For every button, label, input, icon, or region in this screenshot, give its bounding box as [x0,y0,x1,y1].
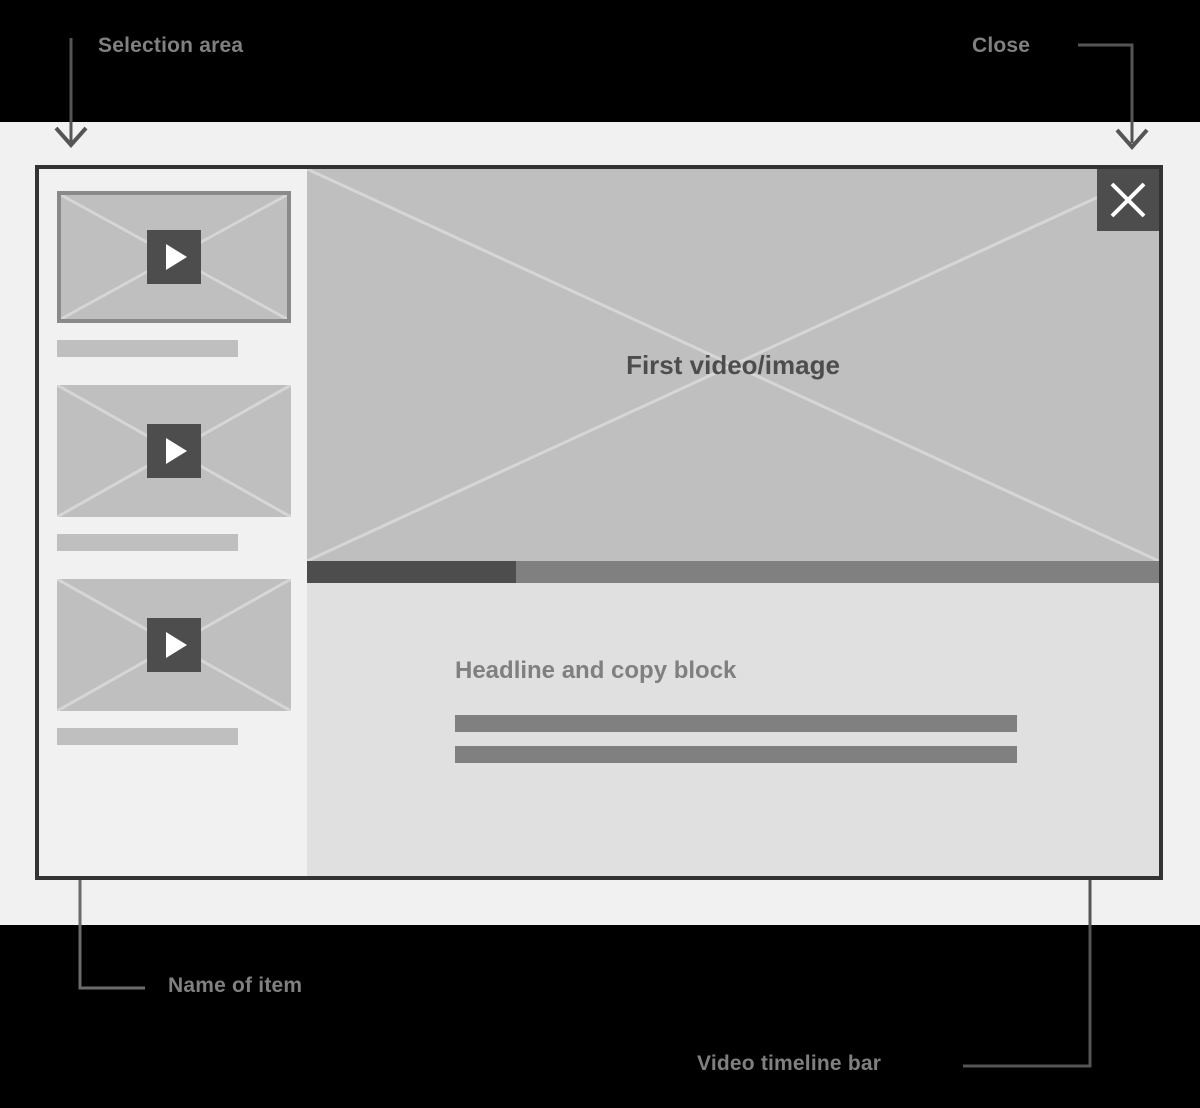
annotation-label-close: Close [972,34,1031,57]
play-triangle [166,244,187,270]
list-item[interactable] [39,191,307,357]
item-name-placeholder-1 [57,340,238,357]
thumbnail-3[interactable] [57,579,291,711]
annotation-label-name-of-item: Name of item [168,974,303,997]
play-triangle [166,438,187,464]
play-triangle [166,632,187,658]
copy-headline: Headline and copy block [455,657,737,684]
copy-block: Headline and copy block [307,583,1159,876]
copy-line-placeholder-2 [455,746,1017,763]
list-item[interactable] [39,579,307,745]
thumbnail-1[interactable] [57,191,291,323]
video-timeline-bar[interactable] [307,561,1159,583]
close-button[interactable] [1097,169,1159,231]
item-name-placeholder-3 [57,728,238,745]
copy-line-placeholder-1 [455,715,1017,732]
hero-media-viewer[interactable]: First video/image [307,169,1159,561]
close-x-icon [1110,182,1146,218]
hero-media-label: First video/image [626,349,840,380]
wireframe-annotation-canvas: Selection area Close Name of item Video … [0,0,1200,1108]
thumbnail-2[interactable] [57,385,291,517]
item-name-placeholder-2 [57,534,238,551]
play-icon[interactable] [147,424,201,478]
media-gallery-modal: First video/image Headline and copy bloc… [35,165,1163,880]
video-timeline-track[interactable] [515,561,1159,583]
selection-area-sidebar[interactable] [39,169,307,876]
media-detail-panel: First video/image Headline and copy bloc… [307,169,1159,876]
play-icon[interactable] [147,230,201,284]
video-timeline-progress[interactable] [307,561,516,583]
play-icon[interactable] [147,618,201,672]
annotation-label-selection-area: Selection area [98,34,244,57]
annotation-label-video-timeline-bar: Video timeline bar [697,1052,882,1075]
list-item[interactable] [39,385,307,551]
